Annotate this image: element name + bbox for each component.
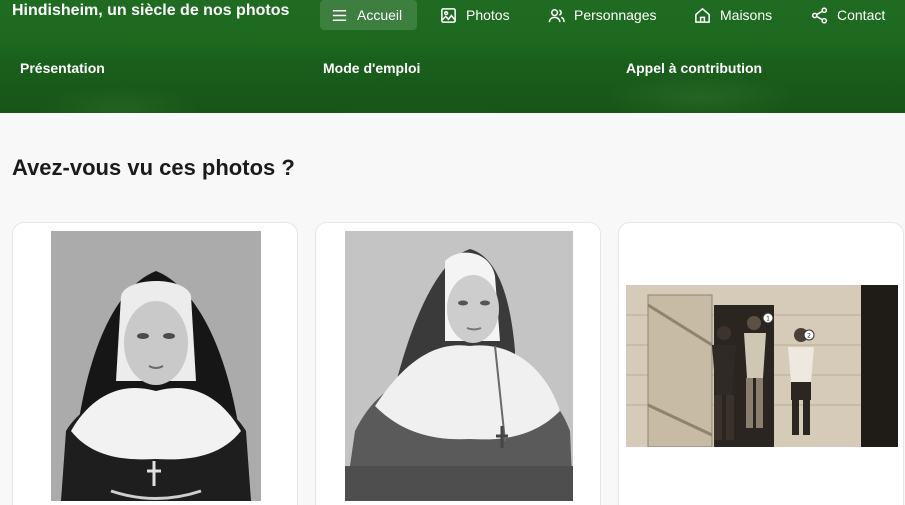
portrait-nun-photo[interactable] <box>51 231 261 501</box>
subnav-presentation[interactable]: Présentation <box>20 60 105 76</box>
share-icon <box>811 6 828 24</box>
nav-label: Maisons <box>720 7 773 23</box>
nav-label: Personnages <box>574 7 657 23</box>
nun-portrait-image <box>51 231 261 501</box>
nav-accueil[interactable]: Accueil <box>320 0 417 30</box>
section-title: Avez-vous vu ces photos ? <box>12 155 295 180</box>
subnav-appel-contribution[interactable]: Appel à contribution <box>626 60 762 76</box>
barn-door-photo[interactable]: 1 2 <box>626 285 898 447</box>
barn-door-image: 1 2 <box>626 285 898 447</box>
header-bar: Hindisheim, un siècle de nos photos Accu… <box>0 0 905 113</box>
nav-label: Contact <box>837 7 886 23</box>
svg-text:1: 1 <box>766 316 770 323</box>
nav-contact[interactable]: Contact <box>800 0 895 30</box>
photo-card[interactable]: 1 2 <box>618 222 904 505</box>
photo-card[interactable] <box>12 222 298 505</box>
house-icon <box>695 7 710 23</box>
nav-label: Accueil <box>357 7 403 23</box>
nun-portrait-image <box>345 231 573 501</box>
subnav-mode-emploi[interactable]: Mode d'emploi <box>323 60 420 76</box>
photo-card[interactable] <box>315 222 601 505</box>
portrait-nun-photo[interactable] <box>345 231 573 501</box>
menu-icon <box>332 9 347 21</box>
nav-photos[interactable]: Photos <box>429 0 520 30</box>
svg-text:2: 2 <box>807 333 811 340</box>
nav-label: Photos <box>466 7 510 23</box>
nav-personnages[interactable]: Personnages <box>537 0 667 30</box>
nav-maisons[interactable]: Maisons <box>683 0 782 30</box>
site-title[interactable]: Hindisheim, un siècle de nos photos <box>12 2 289 20</box>
users-icon <box>548 8 565 22</box>
image-icon <box>441 7 456 23</box>
